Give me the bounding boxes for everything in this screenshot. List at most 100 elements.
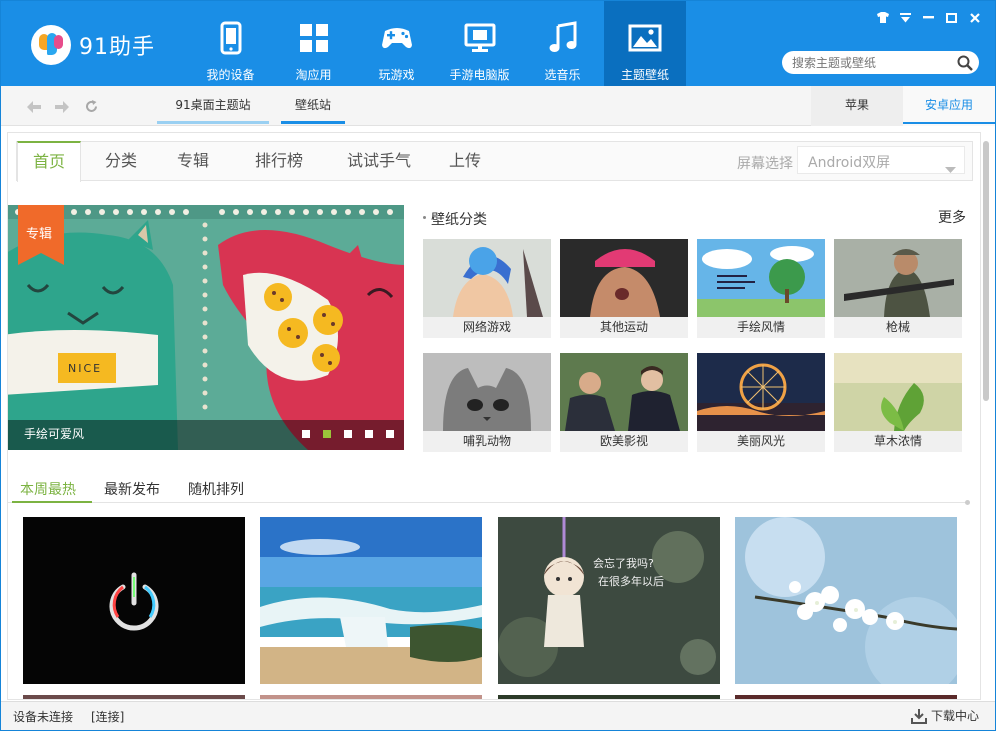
nav-themes-wallpapers[interactable]: 主题壁纸 xyxy=(604,1,686,86)
category-header: 壁纸分类 更多 xyxy=(423,209,968,229)
scrollbar-thumb[interactable] xyxy=(983,141,989,401)
forward-arrow-icon[interactable] xyxy=(55,98,69,117)
subtab-label: 壁纸站 xyxy=(294,98,331,112)
monitor-icon xyxy=(464,23,495,52)
category-thumbnail xyxy=(697,353,825,431)
nav-label: 主题壁纸 xyxy=(620,68,669,82)
tab-random[interactable]: 随机排列 xyxy=(188,479,244,499)
category-label: 枪械 xyxy=(885,320,910,334)
category-thumbnail xyxy=(423,353,551,431)
close-icon[interactable] xyxy=(968,11,981,24)
maximize-icon[interactable] xyxy=(945,11,958,24)
album-tag: 专辑 xyxy=(18,205,64,265)
gamepad-icon xyxy=(381,28,412,49)
category-thumbnail xyxy=(423,239,551,317)
menu-icon[interactable] xyxy=(899,11,912,24)
search-input[interactable] xyxy=(792,54,952,71)
category-label: 欧美影视 xyxy=(599,434,648,448)
tab-weekly-hot[interactable]: 本周最热 xyxy=(20,479,76,499)
music-note-icon xyxy=(549,21,576,52)
tab-try-luck[interactable]: 试试手气 xyxy=(333,142,425,182)
category-other-sports[interactable]: 其他运动 xyxy=(560,239,688,338)
tab-wallpaper-site[interactable]: 壁纸站 xyxy=(281,86,345,126)
tab-desktop-theme-site[interactable]: 91桌面主题站 xyxy=(157,86,269,126)
logo-icon xyxy=(31,25,71,65)
tab-album[interactable]: 专辑 xyxy=(163,142,223,182)
back-arrow-icon[interactable] xyxy=(27,98,41,117)
category-thumbnail xyxy=(834,239,962,317)
nav-label: 玩游戏 xyxy=(378,68,415,82)
category-label: 网络游戏 xyxy=(462,320,511,334)
nav-pc-games[interactable]: 手游电脑版 xyxy=(438,1,521,86)
tab-android[interactable]: 安卓应用 xyxy=(903,86,995,126)
more-link[interactable]: 更多 xyxy=(938,207,966,227)
banner-dot-active[interactable] xyxy=(323,430,331,438)
wallpaper-card[interactable] xyxy=(23,517,245,684)
category-label: 其他运动 xyxy=(599,320,648,334)
connect-link[interactable]: [连接] xyxy=(91,708,124,725)
wallpaper-card[interactable]: 会忘了我吗? 在很多年以后 xyxy=(498,517,720,684)
nav-music[interactable]: 选音乐 xyxy=(521,1,604,86)
banner-dot[interactable] xyxy=(365,430,373,438)
nav-label: 手游电脑版 xyxy=(449,68,510,82)
chevron-down-icon xyxy=(945,158,956,177)
featured-banner[interactable]: NICE 专辑 手绘可爱风 xyxy=(8,205,404,450)
tab-category[interactable]: 分类 xyxy=(91,142,151,182)
category-label: 哺乳动物 xyxy=(462,434,511,448)
nav-label: 我的设备 xyxy=(206,68,255,82)
category-hand-drawn[interactable]: 手绘风情 xyxy=(697,239,825,338)
page-tabbar: 首页 分类 专辑 排行榜 试试手气 上传 屏幕选择 Android双屏 xyxy=(16,141,973,182)
window-controls xyxy=(876,11,981,24)
category-thumbnail xyxy=(697,239,825,317)
wallpaper-card[interactable] xyxy=(260,517,482,684)
screen-select-value: Android双屏 xyxy=(808,155,891,171)
wallpaper-card-partial[interactable] xyxy=(735,695,957,699)
search-box xyxy=(782,51,979,74)
wallpaper-card-partial[interactable] xyxy=(23,695,245,699)
banner-pagination xyxy=(302,430,394,438)
cherry-blossom-wallpaper xyxy=(735,517,957,684)
category-online-games[interactable]: 网络游戏 xyxy=(423,239,551,338)
tab-upload[interactable]: 上传 xyxy=(435,142,495,182)
minimize-icon[interactable] xyxy=(922,11,935,24)
sub-toolbar: 91桌面主题站 壁纸站 苹果 安卓应用 xyxy=(1,86,995,126)
nav-apps[interactable]: 淘应用 xyxy=(272,1,355,86)
search-icon[interactable] xyxy=(957,55,973,75)
banner-dot[interactable] xyxy=(386,430,394,438)
screen-select-label: 屏幕选择 xyxy=(737,156,793,172)
category-plants[interactable]: 草木浓情 xyxy=(834,353,962,452)
beach-waterfall-wallpaper xyxy=(260,517,482,684)
picture-icon xyxy=(628,24,662,52)
banner-dot[interactable] xyxy=(302,430,310,438)
wallpaper-card-partial[interactable] xyxy=(260,695,482,699)
app-window: 91助手 我的设备 淘应用 玩游戏 手游电脑版 选音乐 主题壁纸 搜索主题或壁纸… xyxy=(0,0,996,731)
skin-icon[interactable] xyxy=(876,11,889,24)
download-center-button[interactable]: 下载中心 xyxy=(910,707,979,724)
refresh-icon[interactable] xyxy=(85,98,98,117)
power-button-wallpaper xyxy=(23,517,245,684)
device-status: 设备未连接 xyxy=(13,710,74,724)
category-scenery[interactable]: 美丽风光 xyxy=(697,353,825,452)
category-firearms[interactable]: 枪械 xyxy=(834,239,962,338)
nav-my-device[interactable]: 我的设备 xyxy=(189,1,272,86)
header: 91助手 我的设备 淘应用 玩游戏 手游电脑版 选音乐 主题壁纸 搜索主题或壁纸 xyxy=(1,1,995,86)
content-frame: 首页 分类 专辑 排行榜 试试手气 上传 屏幕选择 Android双屏 NICE… xyxy=(7,132,981,700)
tab-ranking[interactable]: 排行榜 xyxy=(237,142,321,182)
category-western-film[interactable]: 欧美影视 xyxy=(560,353,688,452)
category-label: 草木浓情 xyxy=(873,434,922,448)
banner-sign-text: NICE xyxy=(68,362,102,375)
category-title: 壁纸分类 xyxy=(431,212,487,228)
wallpaper-card[interactable] xyxy=(735,517,957,684)
app-logo[interactable]: 91助手 xyxy=(31,25,155,65)
wallpaper-card-partial[interactable] xyxy=(498,695,720,699)
category-label: 手绘风情 xyxy=(736,320,785,334)
vertical-scrollbar[interactable] xyxy=(983,139,989,695)
tab-apple[interactable]: 苹果 xyxy=(811,86,903,126)
screen-select[interactable]: Android双屏 xyxy=(797,146,965,174)
nav-games[interactable]: 玩游戏 xyxy=(355,1,438,86)
banner-dot[interactable] xyxy=(344,430,352,438)
platform-tabs: 苹果 安卓应用 xyxy=(811,86,995,126)
tab-latest[interactable]: 最新发布 xyxy=(104,479,160,499)
category-mammals[interactable]: 哺乳动物 xyxy=(423,353,551,452)
tab-home[interactable]: 首页 xyxy=(17,141,81,182)
